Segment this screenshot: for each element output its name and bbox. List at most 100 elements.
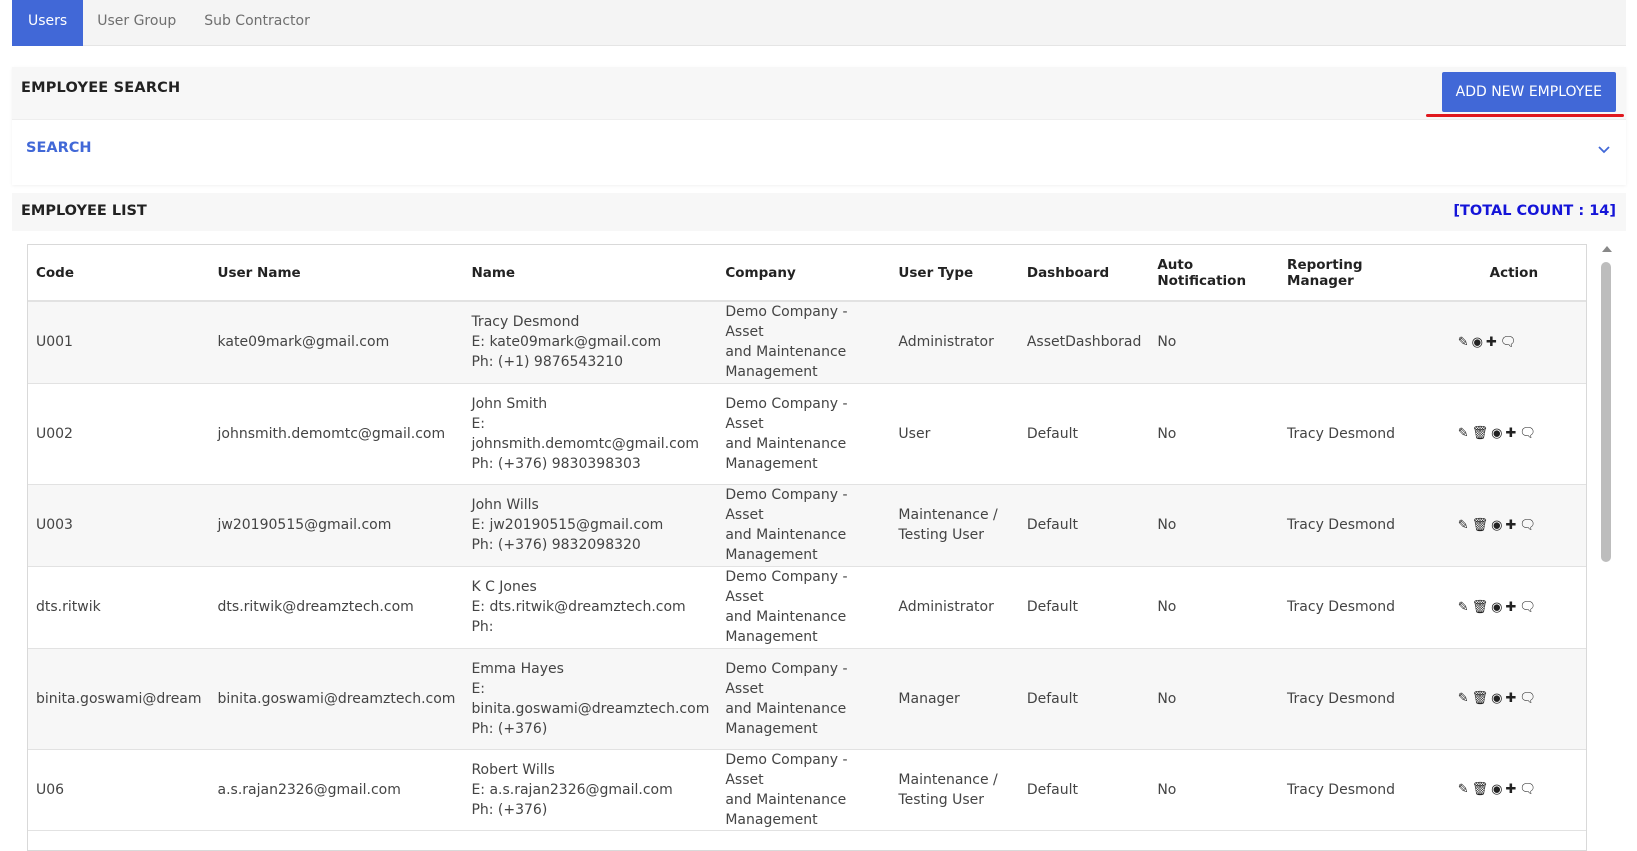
cell-name-line: Emma Hayes bbox=[471, 660, 564, 677]
view-icon[interactable]: ◉ bbox=[1472, 333, 1483, 353]
comment-icon[interactable]: 🗨 bbox=[1519, 780, 1536, 800]
edit-icon[interactable]: ✎ bbox=[1458, 598, 1469, 618]
column-header-dashboard[interactable]: Dashboard bbox=[1018, 245, 1150, 302]
cell-dashboard: Default bbox=[1018, 749, 1150, 831]
table-header-row: Code User Name Name Company User Type Da… bbox=[28, 245, 1586, 302]
scroll-up-arrow-icon[interactable] bbox=[1602, 246, 1612, 252]
comment-icon[interactable]: 🗨 bbox=[1519, 598, 1536, 618]
column-header-reporting-manager[interactable]: Reporting Manager bbox=[1279, 245, 1440, 302]
cell-company: Demo Company - Asset and Maintenance Manag… bbox=[717, 749, 891, 831]
add-icon[interactable]: ✚ bbox=[1505, 780, 1516, 800]
cell-actions: ✎ 🗑 ◉ ✚ 🗨 bbox=[1439, 383, 1586, 485]
cell-reporting-manager: Tracy Desmond bbox=[1279, 566, 1440, 649]
delete-icon[interactable]: 🗑 bbox=[1472, 780, 1489, 800]
edit-icon[interactable]: ✎ bbox=[1458, 333, 1469, 353]
tab-sub-contractor[interactable]: Sub Contractor bbox=[190, 0, 324, 46]
cell-reporting-manager: Tracy Desmond bbox=[1279, 749, 1440, 831]
total-count: [TOTAL COUNT : 14] bbox=[1453, 203, 1616, 219]
cell-code: U002 bbox=[28, 383, 210, 485]
cell-name: John Wills E: jw20190515@gmail.com Ph: (+3… bbox=[463, 484, 718, 567]
table-row[interactable]: dts.ritwik dts.ritwik@dreamztech.com K C J… bbox=[28, 566, 1586, 649]
cell-name: K C Jones E: dts.ritwik@dreamztech.com Ph: bbox=[463, 566, 718, 649]
cell-auto-notification: No bbox=[1149, 749, 1280, 831]
cell-name-line: John Wills bbox=[471, 497, 539, 513]
table-row[interactable]: binita.goswami@dream binita.goswami@dream… bbox=[28, 648, 1586, 750]
cell-user-type: Maintenance / Testing User bbox=[890, 484, 1019, 567]
column-header-auto-notification[interactable]: Auto Notification bbox=[1149, 245, 1280, 302]
cell-company-line: Management bbox=[725, 629, 818, 645]
delete-icon[interactable]: 🗑 bbox=[1472, 516, 1489, 536]
cell-company-line: Management bbox=[725, 811, 818, 828]
scrollbar-thumb[interactable] bbox=[1601, 262, 1611, 562]
edit-icon[interactable]: ✎ bbox=[1458, 780, 1469, 800]
add-icon[interactable]: ✚ bbox=[1505, 598, 1516, 618]
column-header-company[interactable]: Company bbox=[717, 245, 891, 302]
column-header-name[interactable]: Name bbox=[463, 245, 718, 302]
employee-table-container: Code User Name Name Company User Type Da… bbox=[27, 244, 1587, 851]
add-icon[interactable]: ✚ bbox=[1505, 424, 1516, 444]
cell-reporting-manager: Tracy Desmond bbox=[1279, 484, 1440, 567]
cell-user-type-line: Testing User bbox=[898, 791, 985, 808]
cell-name-line: E: jw20190515@gmail.com bbox=[471, 517, 664, 533]
view-icon[interactable]: ◉ bbox=[1491, 598, 1502, 618]
delete-icon[interactable]: 🗑 bbox=[1472, 424, 1489, 444]
chevron-down-icon[interactable] bbox=[1596, 142, 1612, 158]
add-icon[interactable]: ✚ bbox=[1505, 689, 1516, 709]
column-header-user-name[interactable]: User Name bbox=[209, 245, 464, 302]
view-icon[interactable]: ◉ bbox=[1491, 424, 1502, 444]
tab-bar: Users User Group Sub Contractor bbox=[12, 0, 1626, 46]
table-scrollbar[interactable] bbox=[1599, 244, 1613, 851]
table-row[interactable]: U06 a.s.rajan2326@gmail.com Robert Wills E:… bbox=[28, 749, 1586, 831]
cell-company-line: Demo Company - Asset bbox=[725, 395, 848, 432]
column-header-code[interactable]: Code bbox=[28, 245, 210, 302]
column-header-user-type[interactable]: User Type bbox=[890, 245, 1019, 302]
comment-icon[interactable]: 🗨 bbox=[1519, 689, 1536, 709]
cell-user-type: User bbox=[890, 383, 1019, 485]
add-new-employee-button[interactable]: ADD NEW EMPLOYEE bbox=[1441, 72, 1616, 112]
employee-list-title: EMPLOYEE LIST bbox=[21, 203, 147, 219]
cell-user-type-line: Maintenance / bbox=[898, 771, 998, 788]
table-row[interactable]: U002 johnsmith.demomtc@gmail.com John Smit… bbox=[28, 383, 1586, 485]
cell-user-type: Maintenance / Testing User bbox=[890, 749, 1019, 831]
delete-icon[interactable]: 🗑 bbox=[1472, 689, 1489, 709]
cell-company: Demo Company - Asset and Maintenance Manag… bbox=[717, 383, 891, 485]
cell-code: U06 bbox=[28, 749, 210, 831]
cell-name-line: Ph: (+376) bbox=[471, 801, 548, 818]
cell-actions: ✎ ◉ ✚ 🗨 bbox=[1439, 301, 1586, 384]
cell-name-line: Tracy Desmond bbox=[471, 314, 580, 331]
cell-company-line: and Maintenance bbox=[725, 609, 847, 625]
cell-dashboard: Default bbox=[1018, 648, 1150, 750]
cell-code: U003 bbox=[28, 484, 210, 567]
edit-icon[interactable]: ✎ bbox=[1458, 689, 1469, 709]
cell-name-line: johnsmith.demomtc@gmail.com bbox=[471, 435, 700, 452]
cell-name-line: E: dts.ritwik@dreamztech.com bbox=[471, 599, 686, 615]
cell-user-type-line: Maintenance / bbox=[898, 507, 998, 523]
cell-user-type: Manager bbox=[890, 648, 1019, 750]
table-row[interactable]: U003 jw20190515@gmail.com John Wills E: jw2… bbox=[28, 484, 1586, 567]
tab-users[interactable]: Users bbox=[12, 0, 84, 46]
cell-auto-notification: No bbox=[1149, 648, 1280, 750]
cell-user-type: Administrator bbox=[890, 301, 1019, 384]
edit-icon[interactable]: ✎ bbox=[1458, 516, 1469, 536]
cell-name-line: E: a.s.rajan2326@gmail.com bbox=[471, 781, 673, 798]
add-icon[interactable]: ✚ bbox=[1486, 333, 1497, 353]
view-icon[interactable]: ◉ bbox=[1491, 780, 1502, 800]
view-icon[interactable]: ◉ bbox=[1491, 689, 1502, 709]
comment-icon[interactable]: 🗨 bbox=[1519, 424, 1536, 444]
cell-name: Tracy Desmond E: kate09mark@gmail.com Ph: … bbox=[463, 301, 718, 384]
cell-code: U001 bbox=[28, 301, 210, 384]
comment-icon[interactable]: 🗨 bbox=[1500, 333, 1517, 353]
delete-icon[interactable]: 🗑 bbox=[1472, 598, 1489, 618]
view-icon[interactable]: ◉ bbox=[1491, 516, 1502, 536]
cell-actions: ✎ 🗑 ◉ ✚ 🗨 bbox=[1439, 749, 1586, 831]
highlight-underline bbox=[1426, 114, 1624, 117]
search-toggle-row[interactable]: SEARCH bbox=[12, 119, 1626, 185]
cell-user-name: dts.ritwik@dreamztech.com bbox=[209, 566, 464, 649]
cell-user-type-line: Administrator bbox=[898, 334, 994, 351]
comment-icon[interactable]: 🗨 bbox=[1519, 516, 1536, 536]
edit-icon[interactable]: ✎ bbox=[1458, 424, 1469, 444]
tab-user-group[interactable]: User Group bbox=[83, 0, 190, 46]
table-row[interactable]: U001 kate09mark@gmail.com Tracy Desmond E: … bbox=[28, 301, 1586, 384]
add-icon[interactable]: ✚ bbox=[1505, 516, 1516, 536]
cell-company-line: Demo Company - Asset bbox=[725, 660, 848, 697]
